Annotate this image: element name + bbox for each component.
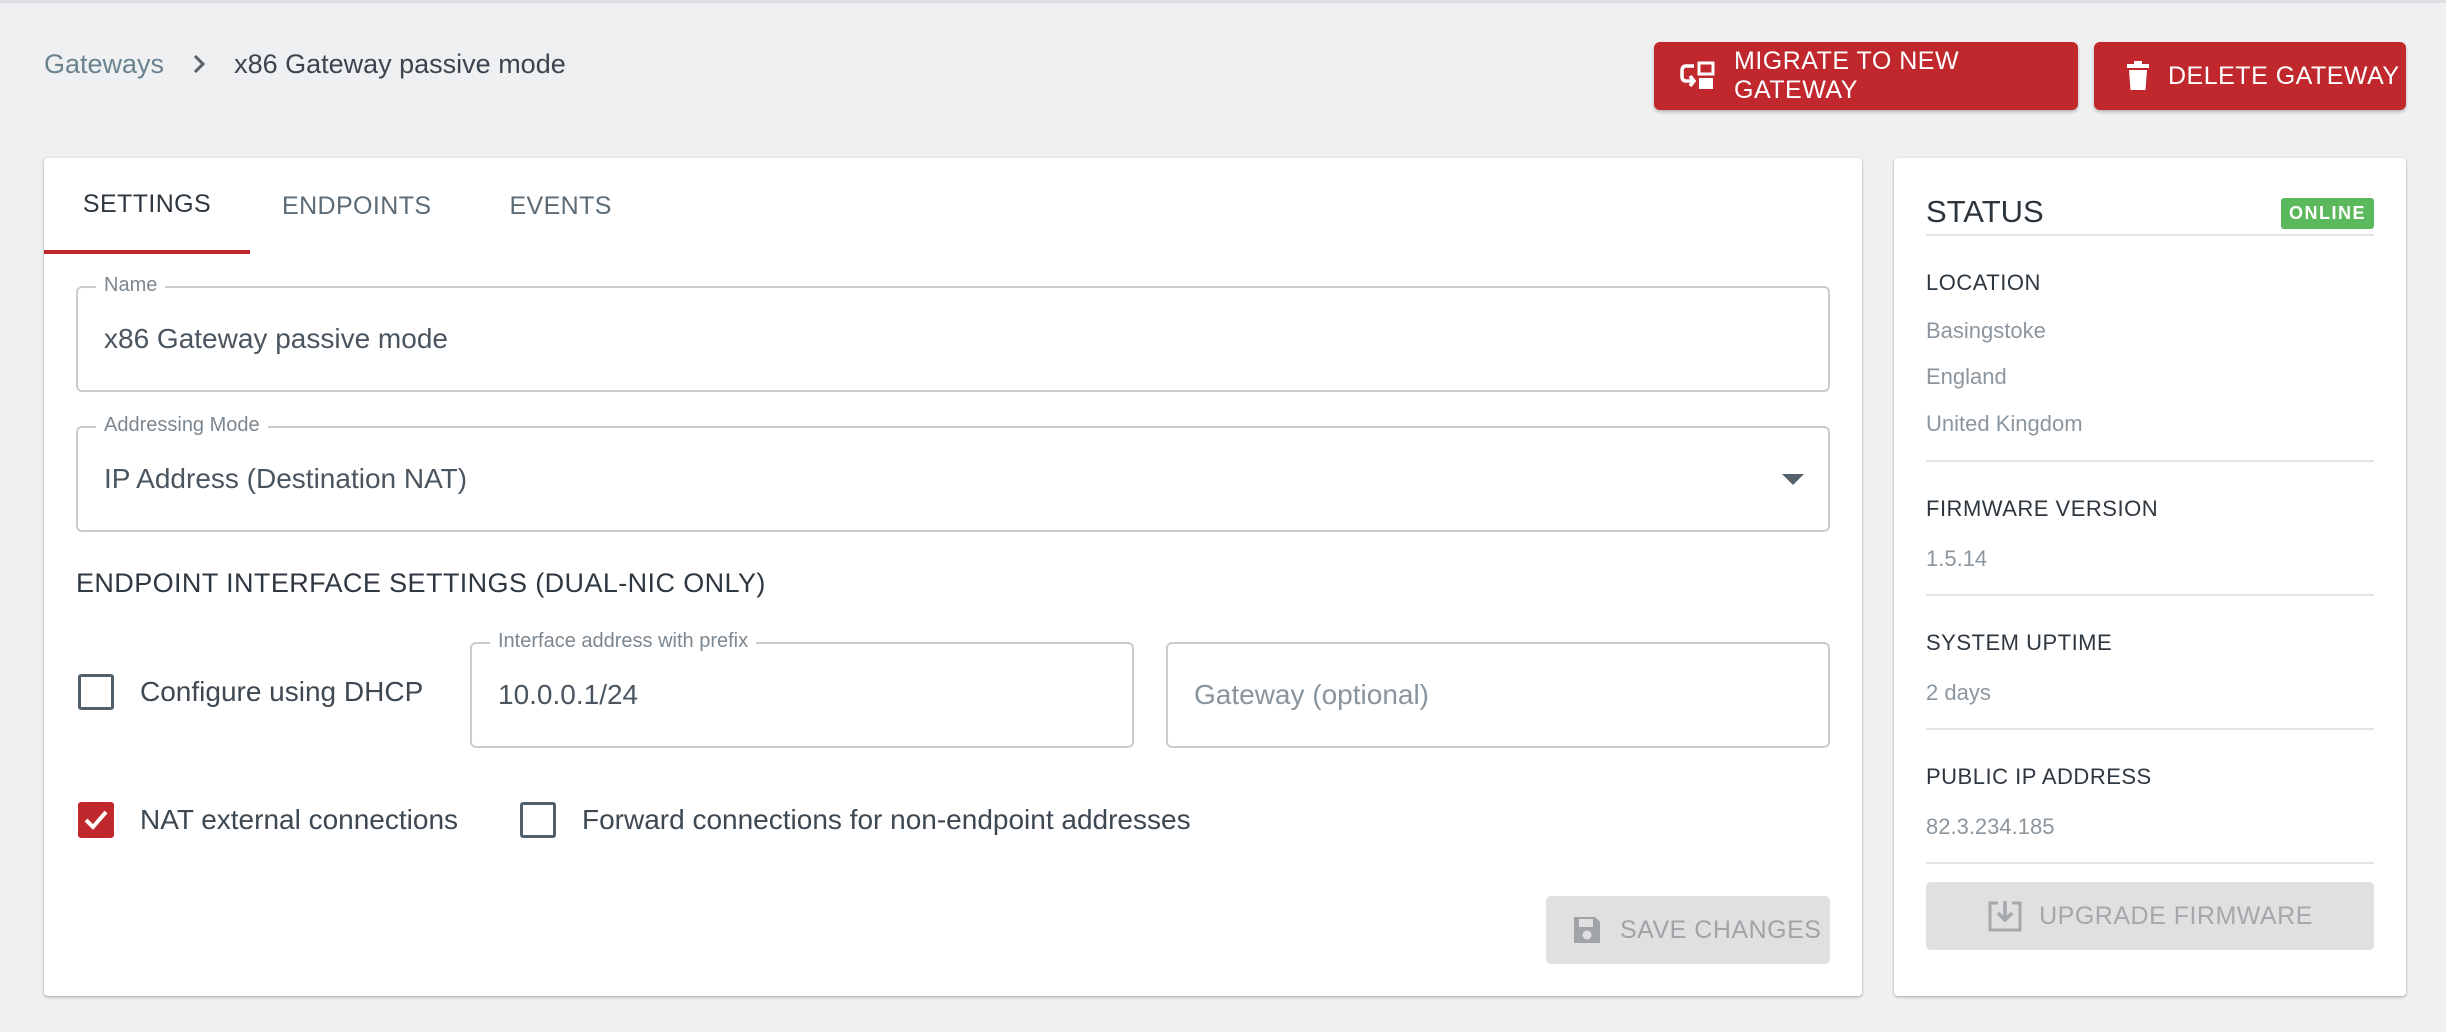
gateway-field-placeholder: Gateway (optional) [1194,679,1430,710]
addressing-mode-select[interactable]: Addressing Mode IP Address (Destination … [76,412,1830,532]
chevron-right-icon [192,53,206,75]
dropdown-caret-icon [1782,474,1804,485]
trash-icon [2126,61,2150,91]
save-changes-label: SAVE CHANGES [1620,915,1822,944]
uptime-heading: SYSTEM UPTIME [1926,630,2113,655]
forward-checkbox-label: Forward connections for non-endpoint add… [582,804,1191,835]
upgrade-firmware-label: UPGRADE FIRMWARE [2039,901,2313,930]
divider [1926,862,2374,864]
tab-events[interactable]: EVENTS [509,158,611,254]
gateway-settings-card: SETTINGS ENDPOINTS EVENTS Name x86 Gatew… [44,158,1862,996]
status-card: STATUS ONLINE LOCATION Basingstoke Engla… [1894,158,2406,996]
top-divider [0,0,2446,3]
tab-bar: SETTINGS ENDPOINTS EVENTS [44,158,612,254]
location-heading: LOCATION [1926,270,2041,295]
download-icon [1987,899,2023,933]
upgrade-firmware-button[interactable]: UPGRADE FIRMWARE [1926,882,2374,950]
check-icon [84,810,108,830]
public-ip-value: 82.3.234.185 [1926,814,2055,839]
uptime-value: 2 days [1926,680,1991,705]
interface-address-value: 10.0.0.1/24 [498,679,639,710]
save-changes-button[interactable]: SAVE CHANGES [1546,896,1830,964]
status-title: STATUS [1926,194,2044,229]
tab-endpoints[interactable]: ENDPOINTS [282,158,431,254]
dhcp-checkbox-label: Configure using DHCP [140,676,424,707]
firmware-heading: FIRMWARE VERSION [1926,496,2159,521]
public-ip-heading: PUBLIC IP ADDRESS [1926,764,2152,789]
name-field[interactable]: Name x86 Gateway passive mode [76,272,1830,392]
firmware-version: 1.5.14 [1926,546,1988,571]
forward-checkbox-row[interactable]: Forward connections for non-endpoint add… [520,802,1191,838]
dhcp-checkbox[interactable] [78,674,114,710]
nat-checkbox[interactable] [78,802,114,838]
nat-checkbox-label: NAT external connections [140,804,459,835]
forward-checkbox[interactable] [520,802,556,838]
location-country: United Kingdom [1926,411,2083,436]
name-field-value: x86 Gateway passive mode [104,323,448,354]
name-field-label: Name [96,272,166,298]
save-icon [1572,915,1602,945]
divider [1926,234,2374,236]
delete-gateway-label: DELETE GATEWAY [2168,61,2400,90]
breadcrumb-current: x86 Gateway passive mode [234,48,566,79]
location-region: England [1926,364,2007,389]
migrate-gateway-label: MIGRATE TO NEW GATEWAY [1734,47,1960,104]
nat-checkbox-row[interactable]: NAT external connections [78,802,458,838]
delete-gateway-button[interactable]: DELETE GATEWAY [2094,42,2406,110]
gateway-field[interactable]: Gateway (optional) [1166,642,1830,748]
tab-settings[interactable]: SETTINGS [44,158,250,254]
interface-address-label: Interface address with prefix [490,628,757,654]
addressing-mode-value: IP Address (Destination NAT) [104,463,468,494]
migrate-icon [1680,60,1716,92]
location-city: Basingstoke [1926,318,2046,343]
endpoint-section-title: ENDPOINT INTERFACE SETTINGS (DUAL-NIC ON… [76,568,766,598]
divider [1926,460,2374,462]
divider [1926,594,2374,596]
dhcp-checkbox-row[interactable]: Configure using DHCP [78,674,423,710]
breadcrumb-gateways-link[interactable]: Gateways [44,49,164,80]
addressing-mode-label: Addressing Mode [96,412,268,438]
migrate-gateway-button[interactable]: MIGRATE TO NEW GATEWAY [1654,42,2078,110]
interface-address-field[interactable]: Interface address with prefix 10.0.0.1/2… [470,628,1134,748]
divider [1926,728,2374,730]
status-badge: ONLINE [2280,198,2374,229]
breadcrumb: Gateways x86 Gateway passive mode [44,44,566,84]
